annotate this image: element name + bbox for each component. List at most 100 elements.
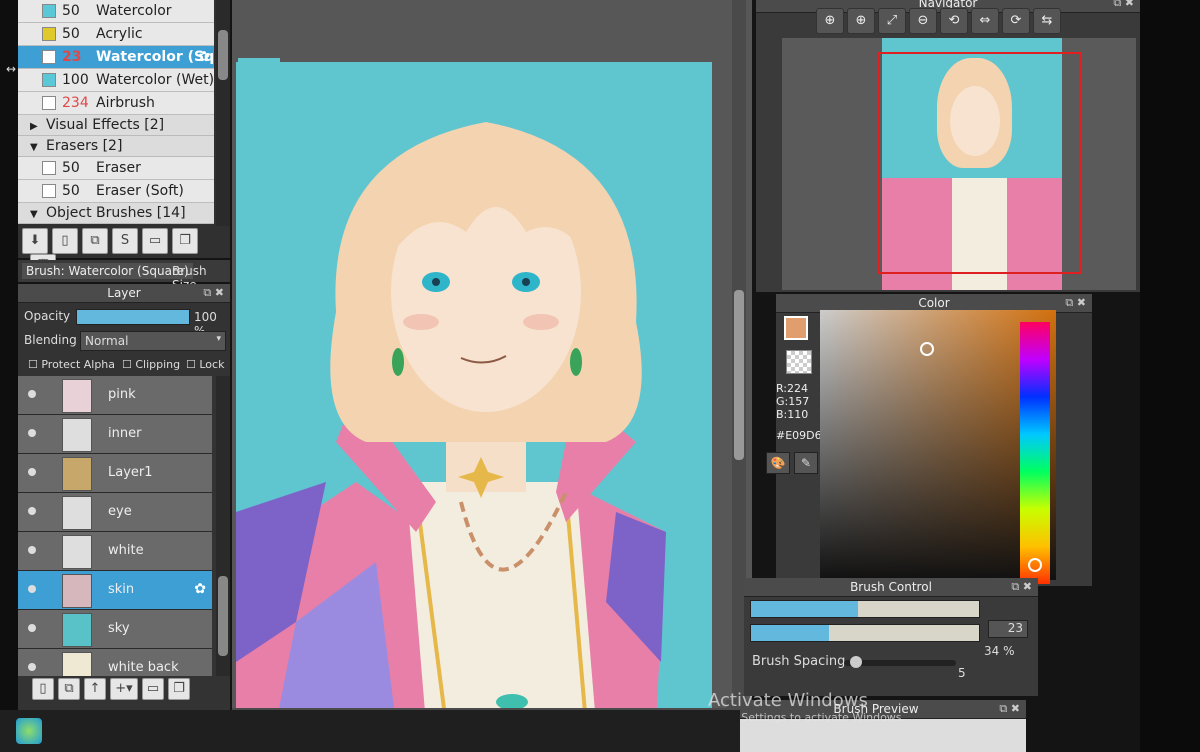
opacity-slider[interactable]: [76, 309, 190, 325]
merge-layer-icon[interactable]: ❐: [168, 678, 190, 700]
layer-up-icon[interactable]: ↑: [84, 678, 106, 700]
visibility-eye-icon[interactable]: [28, 585, 36, 593]
duplicate-icon[interactable]: ❐: [172, 228, 198, 254]
hue-slider[interactable]: [1020, 322, 1050, 584]
layer-name: white: [108, 543, 144, 558]
navigator-viewport-frame[interactable]: [878, 52, 1082, 274]
brush-name: Eraser: [96, 160, 141, 176]
brush-name: Eraser (Soft): [96, 183, 184, 199]
layer-row[interactable]: inner: [18, 415, 212, 454]
expand-down-icon[interactable]: ▼: [30, 205, 46, 225]
panel-popout-close-icons[interactable]: ⧉ ✖: [1113, 0, 1134, 12]
palette-icon[interactable]: 🎨: [766, 452, 790, 474]
panel-popout-close-icons[interactable]: ⧉ ✖: [1065, 294, 1086, 312]
folder-icon[interactable]: ▭: [142, 228, 168, 254]
panel-popout-close-icons[interactable]: ⧉ ✖: [999, 700, 1020, 718]
opacity-row: Opacity 100 %: [18, 303, 230, 338]
canvas-v-scroll-thumb[interactable]: [734, 290, 744, 460]
brush-size-slider[interactable]: [750, 600, 980, 618]
hue-cursor[interactable]: [1028, 558, 1042, 572]
brush-size-number: 234: [62, 95, 89, 111]
brush-item[interactable]: 234 Airbrush: [18, 92, 214, 115]
navigator-preview[interactable]: [782, 38, 1136, 290]
mirror-icon[interactable]: ⇆: [1033, 8, 1061, 34]
layer-row[interactable]: eye: [18, 493, 212, 532]
brush-spacing-slider[interactable]: [844, 656, 956, 668]
folder-icon[interactable]: ▭: [142, 678, 164, 700]
visibility-eye-icon[interactable]: [28, 429, 36, 437]
visibility-eye-icon[interactable]: [28, 468, 36, 476]
flip-icon[interactable]: ⇔: [971, 8, 999, 34]
category-label: Erasers [2]: [46, 138, 123, 154]
transparent-swatch[interactable]: [786, 350, 812, 374]
brush-settings-icon[interactable]: S: [112, 228, 138, 254]
visibility-eye-icon[interactable]: [28, 546, 36, 554]
canvas-area[interactable]: [232, 0, 752, 724]
brush-color-swatch: [42, 27, 56, 41]
color-title: Color: [918, 296, 950, 310]
layer-list-scroll-thumb[interactable]: [218, 576, 228, 656]
visibility-eye-icon[interactable]: [28, 663, 36, 671]
tab-current-brush[interactable]: Brush: Watercolor (Square): [22, 263, 193, 279]
panel-popout-close-icons[interactable]: ⧉ ✖: [1011, 578, 1032, 596]
category-visual-effects[interactable]: ▶ Visual Effects [2]: [18, 115, 214, 136]
layer-list: pink inner Layer1 eye white skin ✿ sky white bac…: [18, 376, 212, 676]
clipping-checkbox[interactable]: ☐ Clipping: [122, 358, 180, 371]
brush-size-value[interactable]: 23: [988, 620, 1028, 638]
blending-select[interactable]: Normal ▾: [80, 331, 226, 351]
visibility-eye-icon[interactable]: [28, 507, 36, 515]
lock-checkbox[interactable]: ☐ Lock: [186, 358, 224, 371]
zoom-out-icon[interactable]: ⊖: [909, 8, 937, 34]
visibility-eye-icon[interactable]: [28, 624, 36, 632]
brush-color-swatch: [42, 161, 56, 175]
layer-list-scrollbar[interactable]: [216, 376, 230, 676]
rotate-right-icon[interactable]: ⟳: [1002, 8, 1030, 34]
brush-item[interactable]: 100 Watercolor (Wet): [18, 69, 214, 92]
fit-screen-icon[interactable]: ⤢: [878, 8, 906, 34]
brush-list-scrollbar[interactable]: [216, 0, 230, 226]
navigator-toolbar: ⊕ ⊕ ⤢ ⊖ ⟲ ⇔ ⟳ ⇆: [816, 8, 1064, 34]
brush-tabs: Brush: Watercolor (Square) Brush Size: [18, 260, 230, 292]
category-erasers[interactable]: ▼ Erasers [2]: [18, 136, 214, 157]
brush-opacity-slider[interactable]: [750, 624, 980, 642]
expand-down-icon[interactable]: ▼: [30, 138, 46, 158]
new-layer-icon[interactable]: ▯: [32, 678, 54, 700]
visibility-eye-icon[interactable]: [28, 390, 36, 398]
taskbar: [0, 710, 740, 752]
brush-item[interactable]: 50 Acrylic: [18, 23, 214, 46]
layer-row[interactable]: white back: [18, 649, 212, 676]
layer-thumbnail: [62, 613, 92, 647]
brush-copy-icon[interactable]: ⧉: [82, 228, 108, 254]
copy-layer-icon[interactable]: ⧉: [58, 678, 80, 700]
brush-size-number: 50: [62, 160, 80, 176]
brush-item[interactable]: 50 Eraser: [18, 157, 214, 180]
layer-add-menu-icon[interactable]: +▾: [110, 678, 138, 700]
panel-popout-close-icons[interactable]: ⧉ ✖: [203, 284, 224, 302]
new-brush-icon[interactable]: ▯: [52, 228, 78, 254]
picker-cursor[interactable]: [920, 342, 934, 356]
brush-spacing-label: Brush Spacing: [752, 654, 846, 669]
category-object-brushes[interactable]: ▼ Object Brushes [14]: [18, 203, 214, 224]
brush-item[interactable]: 50 Watercolor: [18, 0, 214, 23]
brush-list-scroll-thumb[interactable]: [218, 30, 228, 80]
brush-settings-gear-icon[interactable]: ✿: [198, 46, 210, 68]
brush-spacing-knob[interactable]: [849, 656, 862, 668]
layer-row[interactable]: skin ✿: [18, 571, 212, 610]
taskbar-app-icon[interactable]: [16, 718, 42, 744]
brush-item[interactable]: 23 Watercolor (Sq ✿: [18, 46, 214, 69]
layer-row[interactable]: pink: [18, 376, 212, 415]
artwork-illustration[interactable]: [236, 62, 712, 724]
primary-color-swatch[interactable]: [784, 316, 808, 340]
brush-download-icon[interactable]: ⬇: [22, 228, 48, 254]
layer-settings-gear-icon[interactable]: ✿: [194, 581, 206, 597]
layer-row[interactable]: white: [18, 532, 212, 571]
layer-row[interactable]: sky: [18, 610, 212, 649]
zoom-in-alt-icon[interactable]: ⊕: [847, 8, 875, 34]
layer-row[interactable]: Layer1: [18, 454, 212, 493]
palette-edit-icon[interactable]: ✎: [794, 452, 818, 474]
rotate-left-icon[interactable]: ⟲: [940, 8, 968, 34]
expand-right-icon[interactable]: ▶: [30, 117, 46, 137]
brush-item[interactable]: 50 Eraser (Soft): [18, 180, 214, 203]
zoom-in-icon[interactable]: ⊕: [816, 8, 844, 34]
protect-alpha-checkbox[interactable]: ☐ Protect Alpha: [28, 358, 115, 371]
